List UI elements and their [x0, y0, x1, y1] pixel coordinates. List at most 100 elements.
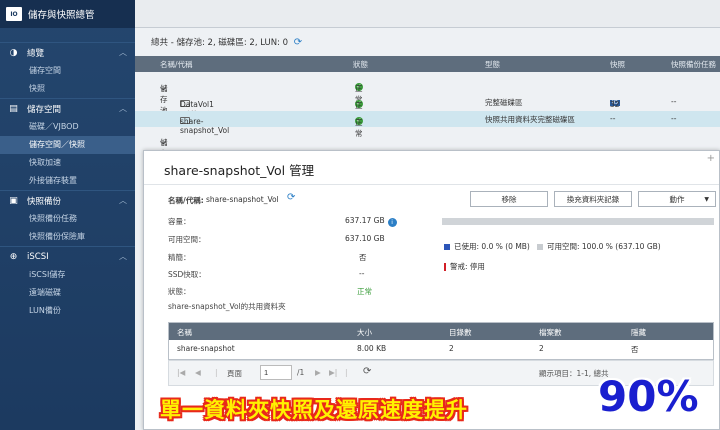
table-row[interactable]: DataVol1 (系統) ✓正常 完整磁碟區 IO32 -- — [135, 94, 720, 121]
free-text: 可用空間: 100.0 % (637.10 GB) — [547, 242, 661, 251]
legend-used: 已使用: 0.0 % (0 MB) — [444, 241, 530, 252]
table-row[interactable]: share-snapshot 8.00 KB 2 2 否 — [169, 340, 713, 358]
table-row-selected[interactable]: share-snapshot_Vol ✓ 正常 快照共用資料夾完整磁碟區 -- -… — [135, 111, 720, 138]
page-total: /1 — [297, 368, 305, 377]
alert-text: 警戒: 停用 — [450, 262, 485, 271]
sidebar-item-backup-vault[interactable]: 快照備份保險庫 — [0, 228, 135, 246]
capacity-text: 637.17 GB — [345, 216, 385, 225]
used-text: 已使用: 0.0 % (0 MB) — [454, 242, 530, 251]
col-folder-files[interactable]: 檔案數 — [539, 327, 562, 338]
shared-folders-title: share-snapshot_Vol的共用資料夾 — [168, 302, 286, 311]
sidebar-item-lun-backup[interactable]: LUN備份 — [0, 302, 135, 320]
sidebar: IO 儲存與快照總管 ◑ 總覽 ︿ 儲存空間 快照 ▤ 儲存空間 ︿ 磁碟／VJ… — [0, 0, 135, 430]
iscsi-icon: ⊕ — [9, 251, 18, 262]
col-snapshot[interactable]: 快照 — [610, 59, 625, 70]
alert-swatch — [444, 262, 446, 271]
chevron-up-icon: ︿ — [119, 252, 127, 261]
folder-hidden: 否 — [631, 345, 639, 354]
legend-alert: 警戒: 停用 — [444, 261, 485, 272]
chevron-up-icon: ︿ — [119, 196, 127, 205]
promo-banner: 單一資料夾快照及還原速度提升 — [160, 398, 468, 422]
thin-label: 精簡： — [168, 253, 191, 262]
folder-dirs: 2 — [449, 344, 454, 353]
sidebar-item-remote-disk[interactable]: 遠端磁碟 — [0, 284, 135, 302]
action-dropdown[interactable]: 動作 ▼ — [638, 191, 716, 207]
summary-text: 總共 - 儲存池: 2, 磁碟區: 2, LUN: 0 — [151, 38, 289, 48]
refresh-icon[interactable]: ⟳ — [363, 366, 371, 377]
sidebar-section-overview[interactable]: ◑ 總覽 ︿ — [0, 42, 135, 62]
info-icon[interactable]: i — [387, 218, 397, 227]
sidebar-item-disks[interactable]: 磁碟／VJBOD — [0, 118, 135, 136]
sidebar-item-storage-snapshots[interactable]: 儲存空間／快照 — [0, 136, 135, 154]
close-icon[interactable]: + — [707, 153, 715, 164]
thin-value: 否 — [359, 253, 367, 262]
col-folder-size[interactable]: 大小 — [357, 327, 372, 338]
storage-summary: 總共 - 儲存池: 2, 磁碟區: 2, LUN: 0 ⟳ — [151, 36, 302, 48]
dashboard-icon: ◑ — [9, 47, 18, 58]
status-label: 狀態： — [168, 287, 191, 296]
sidebar-item-backup-jobs[interactable]: 快照備份任務 — [0, 210, 135, 228]
col-name[interactable]: 名稱/代稱 — [160, 59, 193, 70]
col-type[interactable]: 型態 — [485, 59, 500, 70]
free-swatch — [537, 243, 543, 250]
sidebar-section-snapshot-backup[interactable]: ▣ 快照備份 ︿ — [0, 190, 135, 210]
replace-record-button[interactable]: 換充資料夾記錄 — [554, 191, 632, 207]
app-titlebar: IO 儲存與快照總管 — [0, 0, 135, 28]
page-input[interactable] — [260, 365, 292, 380]
table-row[interactable]: ⌄ 儲存池 1 ✓正常 — [135, 77, 720, 125]
used-swatch — [444, 243, 450, 250]
promo-percent: 90% — [598, 372, 699, 421]
snapshot-icon: ▣ — [9, 195, 18, 206]
sidebar-section-label: 總覽 — [27, 48, 45, 59]
page-label: 頁面 — [227, 369, 242, 378]
sidebar-item-cache[interactable]: 快取加速 — [0, 154, 135, 172]
col-folder-name[interactable]: 名稱 — [177, 327, 192, 338]
sidebar-item-snapshot[interactable]: 快照 — [0, 80, 135, 98]
first-page-icon[interactable]: |◀ — [177, 368, 185, 377]
sidebar-item-iscsi-storage[interactable]: iSCSI儲存 — [0, 266, 135, 284]
col-status[interactable]: 狀態 — [353, 59, 368, 70]
action-label: 動作 — [669, 194, 685, 204]
free-value: 637.10 GB — [345, 234, 385, 243]
row-type: 完整磁碟區 — [485, 98, 523, 107]
last-page-icon[interactable]: ▶| — [329, 368, 337, 377]
caret-down-icon: ▼ — [704, 195, 709, 203]
row-task: -- — [671, 97, 677, 106]
sidebar-section-storage[interactable]: ▤ 儲存空間 ︿ — [0, 98, 135, 118]
status-value: 正常 — [357, 287, 372, 296]
sidebar-section-iscsi[interactable]: ⊕ iSCSI ︿ — [0, 246, 135, 266]
main-header — [135, 0, 720, 28]
pager-divider: | — [215, 368, 218, 377]
folder-name: share-snapshot — [177, 344, 235, 353]
prev-page-icon[interactable]: ◀ — [195, 368, 201, 377]
shared-folders-table: 名稱 大小 目錄數 檔案數 隱藏 share-snapshot 8.00 KB … — [168, 322, 714, 360]
sidebar-section-label: 快照備份 — [27, 196, 62, 207]
folder-files: 2 — [539, 344, 544, 353]
capacity-value: 637.17 GB i — [345, 216, 397, 227]
refresh-icon[interactable]: ⟳ — [294, 37, 302, 48]
sidebar-item-external[interactable]: 外接儲存裝置 — [0, 172, 135, 190]
table-row[interactable]: ⌄ 儲存池 2 — [135, 131, 720, 179]
capacity-label: 容量： — [168, 217, 191, 226]
col-folder-dirs[interactable]: 目錄數 — [449, 327, 472, 338]
row-type: 快照共用資料夾完整磁碟區 — [485, 115, 575, 124]
free-label: 可用空間： — [168, 235, 206, 244]
refresh-icon[interactable]: ⟳ — [287, 192, 295, 203]
col-backup-task[interactable]: 快照備份任務 — [671, 59, 716, 70]
name-label: 名稱/代稱: — [168, 196, 204, 205]
col-folder-hidden[interactable]: 隱藏 — [631, 327, 646, 338]
storage-table-header: 名稱/代稱 狀態 型態 快照 快照備份任務 — [135, 56, 720, 72]
next-page-icon[interactable]: ▶ — [315, 368, 321, 377]
dialog-title: share-snapshot_Vol 管理 — [164, 163, 315, 178]
legend-free: 可用空間: 100.0 % (637.10 GB) — [537, 241, 661, 252]
ssd-cache-value: -- — [359, 269, 365, 278]
chevron-up-icon: ︿ — [119, 104, 127, 113]
sidebar-item-storage-space[interactable]: 儲存空間 — [0, 62, 135, 80]
chevron-up-icon: ︿ — [119, 48, 127, 57]
app-title: 儲存與快照總管 — [28, 10, 95, 21]
folder-size: 8.00 KB — [357, 344, 387, 353]
pager-divider: | — [345, 368, 348, 377]
remove-button[interactable]: 移除 — [470, 191, 548, 207]
row-snapshot: 32 — [610, 100, 620, 109]
name-value: share-snapshot_Vol — [206, 195, 279, 204]
